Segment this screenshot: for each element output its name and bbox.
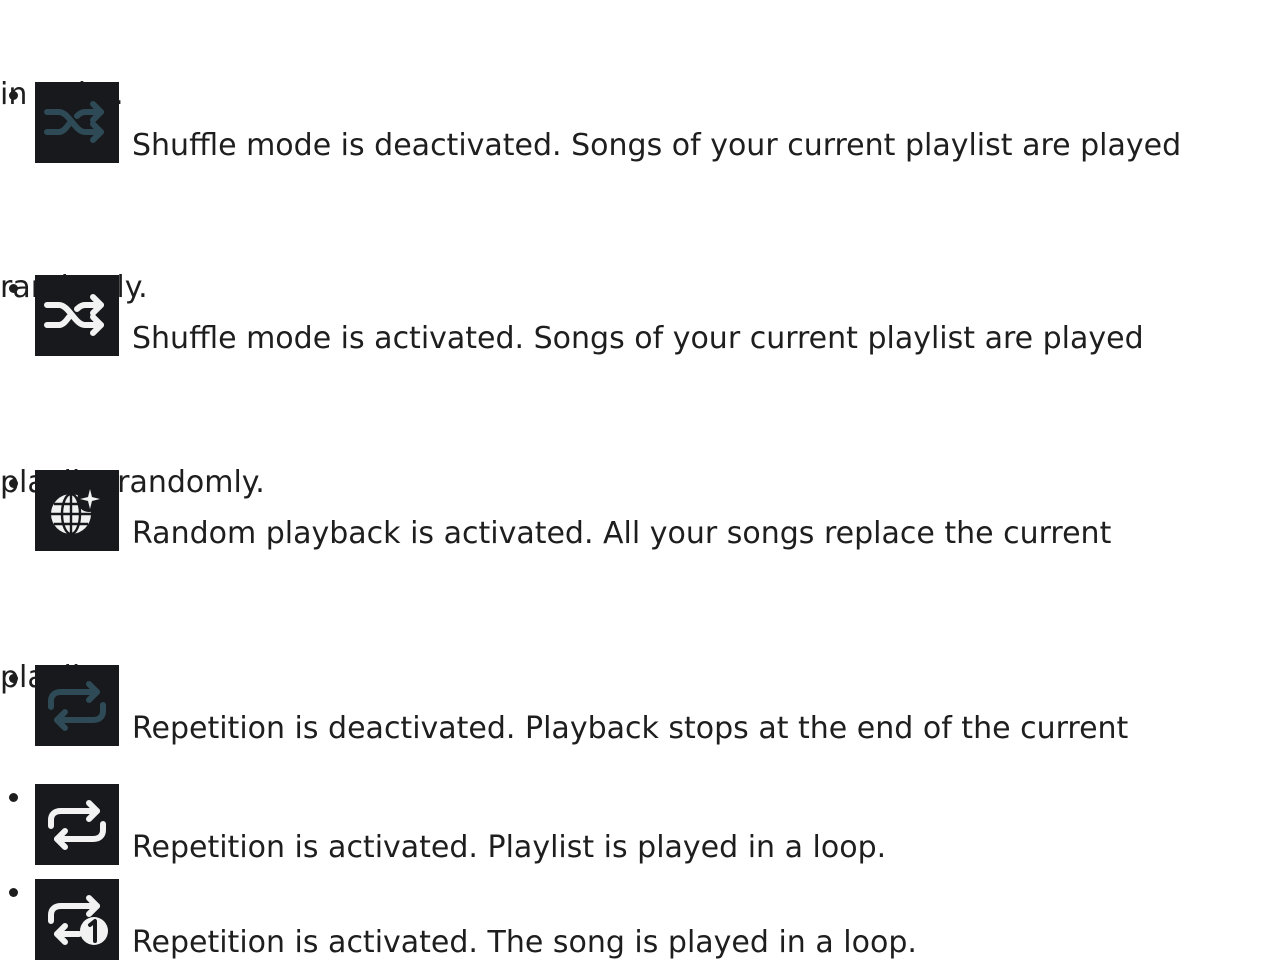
item-description: Shuffle mode is activated. Songs of your… [132, 321, 1144, 356]
list-item: Random playback is activated. All your s… [0, 465, 1266, 583]
repeat-off-icon [35, 665, 119, 746]
random-playback-icon [35, 470, 119, 551]
item-description: Repetition is activated. Playlist is pla… [132, 830, 887, 865]
list-item: Repetition is activated. The song is pla… [0, 874, 1266, 974]
list-item: Repetition is activated. Playlist is pla… [0, 779, 1266, 874]
playback-mode-list: Shuffle mode is deactivated. Songs of yo… [0, 0, 1266, 974]
item-description: Repetition is activated. The song is pla… [132, 925, 917, 960]
item-description: Shuffle mode is deactivated. Songs of yo… [132, 128, 1182, 163]
item-description-continued: randomly. [0, 270, 1266, 306]
list-item: Repetition is deactivated. Playback stop… [0, 660, 1266, 779]
repeat-on-icon [35, 784, 119, 865]
list-item: Shuffle mode is deactivated. Songs of yo… [0, 77, 1266, 193]
shuffle-on-icon [35, 275, 119, 356]
item-description: Repetition is deactivated. Playback stop… [132, 711, 1129, 746]
repeat-one-icon [35, 879, 119, 960]
item-description-continued: playlist. [0, 660, 1266, 696]
list-item: Shuffle mode is activated. Songs of your… [0, 270, 1266, 388]
item-description-continued: playlist randomly. [0, 465, 265, 500]
item-description-continued: in order. [0, 77, 124, 112]
shuffle-off-icon [35, 82, 119, 163]
item-description: Random playback is activated. All your s… [132, 516, 1112, 551]
